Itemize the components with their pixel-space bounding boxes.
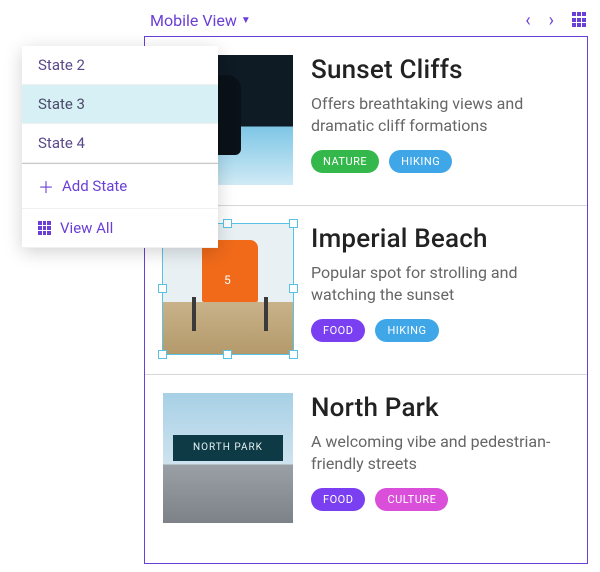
resize-handle-ne[interactable] [289, 219, 298, 228]
next-button[interactable]: › [549, 10, 554, 31]
state-option-label: State 2 [38, 56, 85, 74]
card-title: Imperial Beach [311, 224, 571, 254]
add-state-button[interactable]: ＋ Add State [22, 164, 218, 209]
tag[interactable]: NATURE [311, 150, 379, 173]
state-option[interactable]: State 4 [22, 124, 218, 163]
card-tags: FOOD HIKING [311, 319, 571, 342]
tag[interactable]: CULTURE [375, 488, 448, 511]
card-body: North Park A welcoming vibe and pedestri… [311, 393, 571, 523]
tag[interactable]: FOOD [311, 488, 365, 511]
card-title: Sunset Cliffs [311, 55, 571, 85]
view-selector[interactable]: Mobile View ▼ [150, 11, 251, 30]
state-option[interactable]: State 3 [22, 85, 218, 124]
state-option-label: State 4 [38, 134, 85, 152]
resize-handle-w[interactable] [158, 284, 167, 293]
view-selector-label: Mobile View [150, 11, 237, 30]
card-tags: NATURE HIKING [311, 150, 571, 173]
tag[interactable]: FOOD [311, 319, 365, 342]
card-thumbnail[interactable]: NORTH PARK [163, 393, 293, 523]
resize-handle-s[interactable] [223, 350, 232, 359]
resize-handle-sw[interactable] [158, 350, 167, 359]
grid-icon [38, 221, 52, 235]
card-description: Popular spot for strolling and watching … [311, 262, 571, 305]
card-tags: FOOD CULTURE [311, 488, 571, 511]
view-all-label: View All [60, 219, 113, 237]
add-state-label: Add State [62, 177, 127, 195]
card-description: Offers breathtaking views and dramatic c… [311, 93, 571, 136]
card-description: A welcoming vibe and pedestrian-friendly… [311, 431, 571, 474]
grid-view-button[interactable] [572, 12, 588, 28]
state-option-label: State 3 [38, 95, 85, 113]
thumbnail-number: 5 [224, 273, 231, 287]
view-all-states-button[interactable]: View All [22, 209, 218, 248]
editor-topbar: Mobile View ▼ ‹ › [0, 6, 588, 34]
tag[interactable]: HIKING [389, 150, 452, 173]
plus-icon: ＋ [38, 174, 54, 198]
card-body: Imperial Beach Popular spot for strollin… [311, 224, 571, 354]
list-item[interactable]: NORTH PARK North Park A welcoming vibe a… [145, 375, 587, 543]
tag[interactable]: HIKING [375, 319, 438, 342]
resize-handle-e[interactable] [289, 284, 298, 293]
prev-button[interactable]: ‹ [525, 10, 530, 31]
card-title: North Park [311, 393, 571, 423]
state-dropdown: State 2 State 3 State 4 ＋ Add State View… [22, 46, 218, 248]
topbar-actions: ‹ › [525, 10, 588, 31]
thumbnail-sign-text: NORTH PARK [173, 435, 282, 461]
caret-down-icon: ▼ [241, 15, 251, 26]
thumbnail-image: NORTH PARK [163, 393, 293, 523]
resize-handle-se[interactable] [289, 350, 298, 359]
card-body: Sunset Cliffs Offers breathtaking views … [311, 55, 571, 185]
resize-handle-n[interactable] [223, 219, 232, 228]
state-option[interactable]: State 2 [22, 46, 218, 85]
